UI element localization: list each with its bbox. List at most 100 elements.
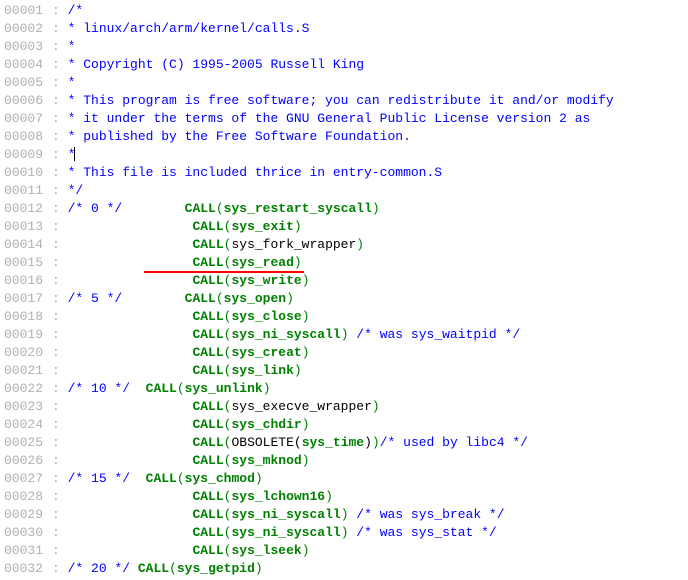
paren-close: ) bbox=[356, 237, 364, 252]
code-line: 00027: /* 15 */ CALL(sys_chmod) bbox=[4, 470, 684, 488]
code-line: 00022: /* 10 */ CALL(sys_unlink) bbox=[4, 380, 684, 398]
line-number: 00030 bbox=[4, 524, 52, 542]
line-number: 00020 bbox=[4, 344, 52, 362]
syscall-name: sys_lseek bbox=[231, 543, 301, 558]
line-number-colon: : bbox=[52, 147, 68, 162]
line-number-colon: : bbox=[52, 39, 68, 54]
line-number: 00019 bbox=[4, 326, 52, 344]
paren-close: ) bbox=[302, 543, 310, 558]
line-number: 00003 bbox=[4, 38, 52, 56]
paren-close: ) bbox=[341, 525, 349, 540]
line-number: 00004 bbox=[4, 56, 52, 74]
line-number-colon: : bbox=[52, 417, 68, 432]
syscall-name: sys_read bbox=[231, 255, 293, 270]
line-number: 00016 bbox=[4, 272, 52, 290]
indent bbox=[68, 435, 193, 450]
call-keyword: CALL bbox=[138, 561, 169, 576]
line-number: 00025 bbox=[4, 434, 52, 452]
line-number: 00021 bbox=[4, 362, 52, 380]
index-marker: /* 10 */ bbox=[68, 381, 130, 396]
line-number-colon: : bbox=[52, 291, 68, 306]
trailing-comment: /* was sys_stat */ bbox=[349, 525, 497, 540]
syscall-name: sys_getpid bbox=[177, 561, 255, 576]
code-line: 00019: CALL(sys_ni_syscall) /* was sys_w… bbox=[4, 326, 684, 344]
call-keyword: CALL bbox=[146, 471, 177, 486]
paren-open: ( bbox=[216, 291, 224, 306]
syscall-name: sys_chmod bbox=[185, 471, 255, 486]
paren-close: ) bbox=[325, 489, 333, 504]
call-keyword: CALL bbox=[185, 291, 216, 306]
call-keyword: CALL bbox=[192, 399, 223, 414]
call-keyword: CALL bbox=[192, 543, 223, 558]
paren-close: ) bbox=[294, 363, 302, 378]
indent bbox=[68, 327, 193, 342]
comment-text: /* bbox=[68, 3, 84, 18]
paren-close: ) bbox=[302, 417, 310, 432]
syscall-name: sys_exit bbox=[231, 219, 293, 234]
line-number-colon: : bbox=[52, 237, 68, 252]
line-number: 00008 bbox=[4, 128, 52, 146]
line-number-colon: : bbox=[52, 525, 68, 540]
line-number-colon: : bbox=[52, 57, 68, 72]
comment-text: * linux/arch/arm/kernel/calls.S bbox=[68, 21, 310, 36]
paren-close: ) bbox=[255, 561, 263, 576]
obsolete-keyword: OBSOLETE( bbox=[231, 435, 301, 450]
paren-open: ( bbox=[177, 381, 185, 396]
line-number-colon: : bbox=[52, 507, 68, 522]
comment-text: * This file is included thrice in entry-… bbox=[68, 165, 442, 180]
line-number-colon: : bbox=[52, 327, 68, 342]
code-line: 00005: * bbox=[4, 74, 684, 92]
line-number-colon: : bbox=[52, 381, 68, 396]
code-line: 00025: CALL(OBSOLETE(sys_time))/* used b… bbox=[4, 434, 684, 452]
line-number: 00014 bbox=[4, 236, 52, 254]
syscall-name: sys_link bbox=[231, 363, 293, 378]
paren-close: ) bbox=[302, 273, 310, 288]
syscall-name: sys_chdir bbox=[231, 417, 301, 432]
paren-close: ) bbox=[302, 453, 310, 468]
call-keyword: CALL bbox=[192, 453, 223, 468]
line-number-colon: : bbox=[52, 129, 68, 144]
code-line: 00014: CALL(sys_fork_wrapper) bbox=[4, 236, 684, 254]
code-line: 00012: /* 0 */ CALL(sys_restart_syscall) bbox=[4, 200, 684, 218]
paren-open: ( bbox=[216, 201, 224, 216]
line-number-colon: : bbox=[52, 471, 68, 486]
code-line: 00030: CALL(sys_ni_syscall) /* was sys_s… bbox=[4, 524, 684, 542]
paren-close: ) bbox=[302, 309, 310, 324]
line-number-colon: : bbox=[52, 219, 68, 234]
indent bbox=[68, 543, 193, 558]
call-keyword: CALL bbox=[192, 345, 223, 360]
comment-text: * This program is free software; you can… bbox=[68, 93, 614, 108]
line-number-colon: : bbox=[52, 561, 68, 576]
paren-close: ) bbox=[263, 381, 271, 396]
syscall-name: sys_lchown16 bbox=[231, 489, 325, 504]
code-line: 00024: CALL(sys_chdir) bbox=[4, 416, 684, 434]
code-line: 00032: /* 20 */ CALL(sys_getpid) bbox=[4, 560, 684, 578]
indent bbox=[68, 363, 193, 378]
code-line: 00018: CALL(sys_close) bbox=[4, 308, 684, 326]
indent bbox=[122, 201, 184, 216]
comment-text: * it under the terms of the GNU General … bbox=[68, 111, 591, 126]
paren-close: ) bbox=[372, 201, 380, 216]
code-line: 00026: CALL(sys_mknod) bbox=[4, 452, 684, 470]
paren-close: ) bbox=[341, 507, 349, 522]
line-number: 00032 bbox=[4, 560, 52, 578]
index-marker: /* 20 */ bbox=[68, 561, 130, 576]
code-line: 00016: CALL(sys_write) bbox=[4, 272, 684, 290]
code-line: 00011: */ bbox=[4, 182, 684, 200]
paren-close: ) bbox=[372, 435, 380, 450]
code-line: 00020: CALL(sys_creat) bbox=[4, 344, 684, 362]
line-number-colon: : bbox=[52, 75, 68, 90]
call-keyword: CALL bbox=[192, 327, 223, 342]
indent bbox=[130, 471, 146, 486]
code-line: 00029: CALL(sys_ni_syscall) /* was sys_b… bbox=[4, 506, 684, 524]
index-marker: /* 15 */ bbox=[68, 471, 130, 486]
paren-close: ) bbox=[372, 399, 380, 414]
line-number: 00029 bbox=[4, 506, 52, 524]
syscall-name: sys_execve_wrapper bbox=[231, 399, 371, 414]
paren-close: ) bbox=[294, 219, 302, 234]
indent bbox=[68, 525, 193, 540]
syscall-name: sys_creat bbox=[231, 345, 301, 360]
indent bbox=[130, 561, 138, 576]
line-number: 00013 bbox=[4, 218, 52, 236]
syscall-name: sys_close bbox=[231, 309, 301, 324]
